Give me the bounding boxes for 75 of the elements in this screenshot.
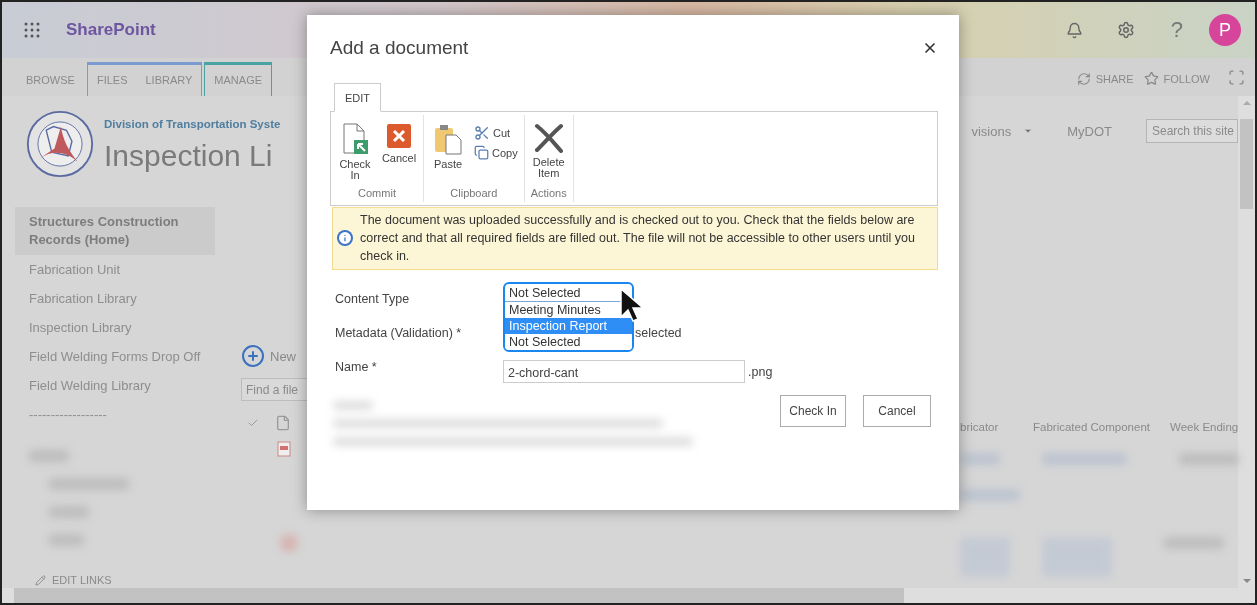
field-value: selected [635,326,682,340]
pdf-file-icon [277,441,291,457]
x-mark-icon [533,123,564,153]
ribbon-button[interactable]: Delete Item [528,123,569,185]
top-nav-link[interactable]: MyDOT [1067,123,1112,139]
document-icon [275,415,291,431]
blurred-text [960,489,1020,501]
nav-link[interactable]: Field Welding Library [15,372,215,400]
settings-icon[interactable] [1116,21,1135,39]
scissors-icon [474,125,490,141]
copy-icon [474,145,489,160]
page-action-link[interactable]: FOLLOW [1143,71,1210,86]
document-arrow-icon [341,123,369,155]
cancel-button[interactable]: Cancel [863,395,931,427]
app-launcher-icon[interactable] [24,22,40,38]
star-icon [1143,71,1159,86]
field-label: Name * [335,360,378,376]
pencil-icon [35,574,46,586]
info-icon [337,230,353,246]
ribbon-tab[interactable]: FILES [87,65,137,96]
site-title: Inspection Li [104,139,274,173]
focus-icon[interactable] [1228,69,1245,86]
search-field[interactable]: Search this site [1146,119,1238,143]
field-label: Content Type [335,292,411,308]
bell-icon[interactable] [1065,21,1083,39]
blurred-icon [281,535,297,551]
new-button[interactable]: New [241,344,321,368]
blurred-text [960,453,1000,465]
ribbon-button[interactable]: Paste [428,123,468,185]
close-button[interactable] [922,40,938,56]
field-label: Metadata (Validation) * [335,326,463,342]
seal-logo [26,110,94,178]
file-extension: .png [748,365,773,379]
ribbon-button[interactable]: Copy [472,145,520,160]
nav-link[interactable]: Structures Construction Records (Home) [15,207,215,255]
cancel-icon [386,123,412,149]
ribbon-tab[interactable]: MANAGE [205,65,272,96]
help-button[interactable]: ? [1170,17,1183,43]
group-label: Commit [357,187,397,201]
share-icon [1076,72,1091,86]
dropdown-option[interactable]: Inspection Report [505,318,632,334]
check-in-button[interactable]: Check In [780,395,846,427]
group-label: Actions [529,187,568,201]
clipboard-icon [434,123,462,155]
ribbon-tab[interactable]: LIBRARY [136,65,202,96]
nav-link[interactable]: Fabrication Unit [15,256,215,284]
nav-link[interactable]: Field Welding Forms Drop Off [15,343,215,371]
nav-link[interactable]: Inspection Library [15,314,215,342]
blurred-text [1179,453,1239,465]
ribbon-button[interactable]: Cancel [379,123,419,185]
top-nav-link[interactable]: visions [971,123,1034,139]
page-action-link[interactable]: SHARE [1076,72,1134,86]
app-name[interactable]: SharePoint [66,20,156,40]
vertical-scrollbar[interactable] [1238,96,1255,588]
ribbon-tab[interactable]: EDIT [334,83,382,112]
column-header[interactable]: Fabricated Component [1033,421,1170,433]
column-header[interactable]: bricator [960,421,1033,433]
banner-message: The document was uploaded successfully and is checked out to you. Check that the fields below are correct and that all required fields are filled out. The file will not be accessible to other users until you check in. [360,212,916,265]
group-label: Clipboard [449,187,499,201]
edit-links-link[interactable]: EDIT LINKS [35,574,215,586]
check-icon [247,417,259,429]
column-header[interactable]: Week Ending [1170,421,1238,433]
ribbon-tab[interactable]: BROWSE [17,65,84,96]
dialog-title: Add a document [330,37,469,59]
division-link[interactable]: Division of Transportation Syste [104,118,281,130]
dropdown-option[interactable]: Not Selected [505,334,632,350]
ribbon-button[interactable]: Check In [335,123,375,185]
ribbon-button[interactable]: Cut [472,125,520,141]
plus-icon [241,344,265,368]
content-type-dropdown[interactable]: Not Selected Meeting Minutes Inspection Report Not Selected [503,282,634,352]
user-avatar[interactable]: P [1209,14,1241,46]
horizontal-scrollbar[interactable] [2,588,1255,603]
nav-link[interactable]: ------------------ [15,401,215,429]
name-input[interactable]: 2-chord-cant [503,360,745,383]
nav-link[interactable]: Fabrication Library [15,285,215,313]
